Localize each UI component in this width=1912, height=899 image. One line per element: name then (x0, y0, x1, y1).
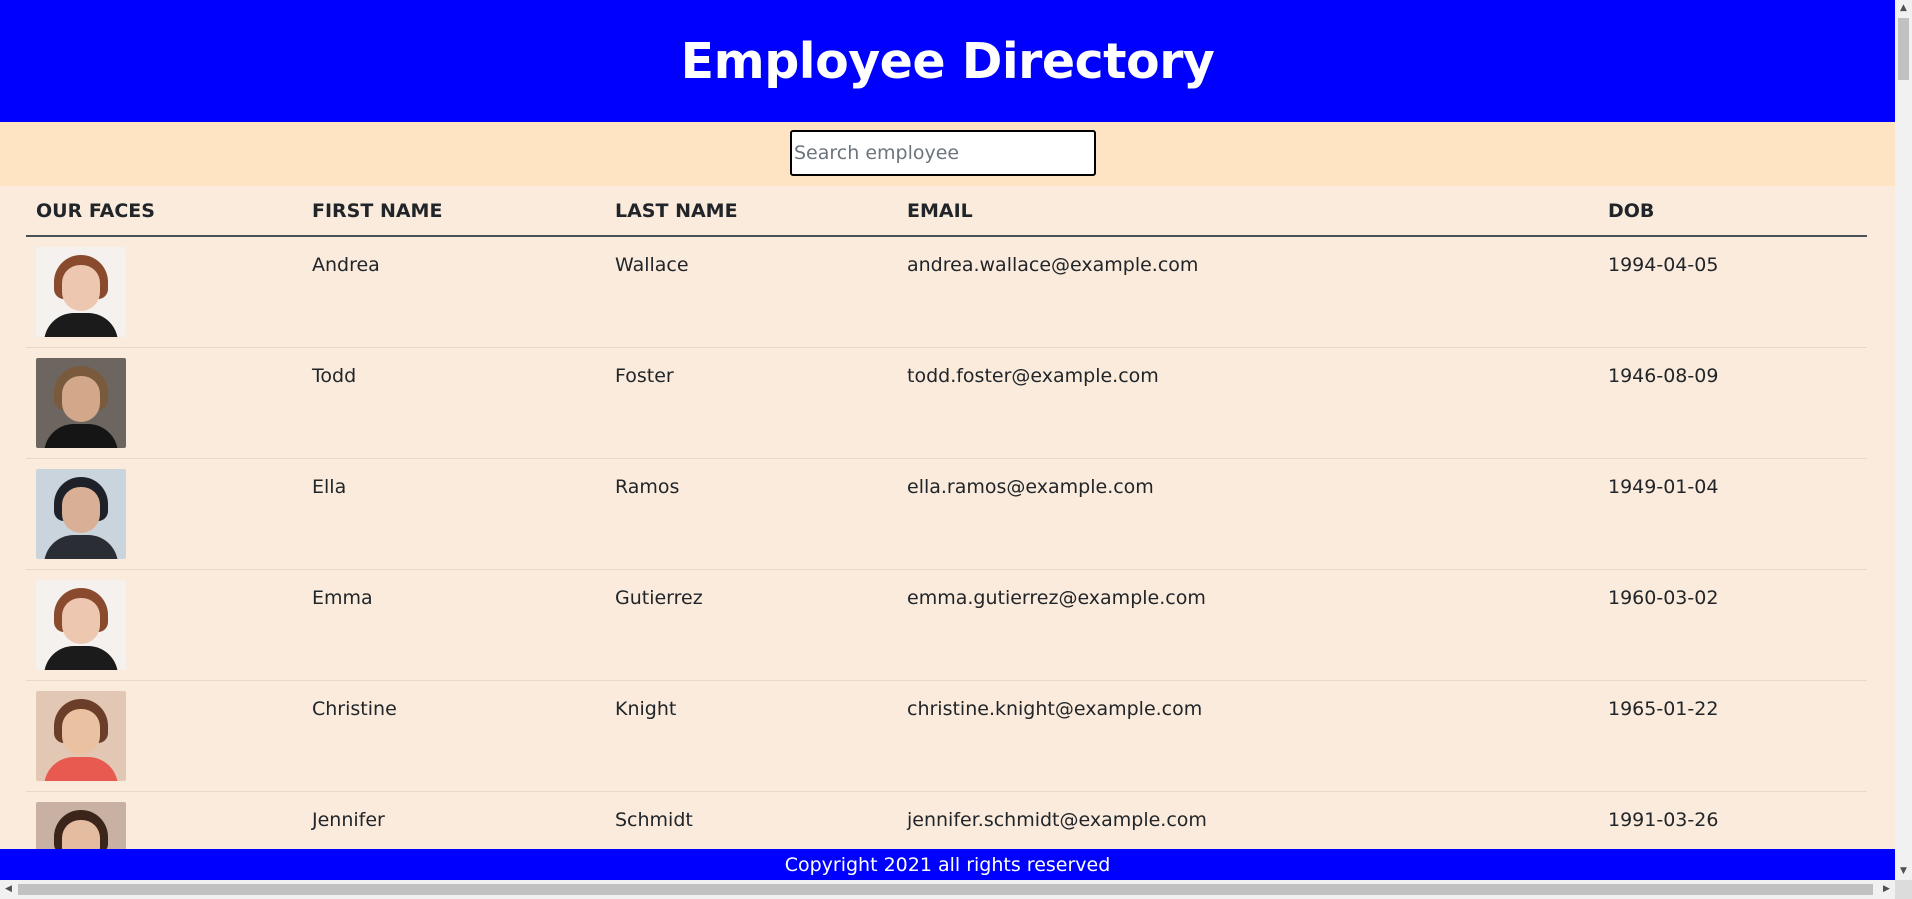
last-name-cell: Ramos (605, 458, 897, 570)
search-bar (0, 122, 1895, 186)
email-cell: andrea.wallace@example.com (897, 236, 1598, 348)
first-name-cell: Ella (302, 458, 605, 570)
column-header-last-name[interactable]: LAST NAME (605, 186, 897, 237)
scroll-down-icon[interactable]: ▼ (1895, 863, 1912, 880)
table-row: Todd Foster todd.foster@example.com 1946… (26, 347, 1867, 459)
dob-cell: 1946-08-09 (1598, 347, 1867, 459)
scroll-right-icon[interactable]: ▶ (1878, 880, 1895, 899)
email-cell: emma.gutierrez@example.com (897, 569, 1598, 681)
last-name-cell: Foster (605, 347, 897, 459)
column-header-first-name[interactable]: FIRST NAME (302, 186, 605, 237)
first-name-cell: Andrea (302, 236, 605, 348)
app-header: Employee Directory (0, 0, 1895, 122)
scroll-up-icon[interactable]: ▲ (1895, 0, 1912, 17)
first-name-cell: Christine (302, 680, 605, 792)
horizontal-scrollbar[interactable]: ◀ ▶ (0, 880, 1895, 899)
column-header-faces[interactable]: OUR FACES (26, 186, 302, 237)
search-input[interactable] (790, 130, 1096, 176)
table-row: Ella Ramos ella.ramos@example.com 1949-0… (26, 458, 1867, 570)
column-header-email[interactable]: EMAIL (897, 186, 1598, 237)
avatar (36, 468, 126, 559)
avatar (36, 357, 126, 448)
vertical-scroll-thumb[interactable] (1898, 18, 1909, 80)
copyright-text: Copyright 2021 all rights reserved (784, 853, 1111, 876)
email-cell: christine.knight@example.com (897, 680, 1598, 792)
table-header-row: OUR FACES FIRST NAME LAST NAME EMAIL DOB (26, 186, 1867, 237)
first-name-cell: Todd (302, 347, 605, 459)
table-row: Emma Gutierrez emma.gutierrez@example.co… (26, 569, 1867, 681)
column-header-dob[interactable]: DOB (1598, 186, 1867, 237)
avatar-cell (26, 458, 302, 570)
employee-table: OUR FACES FIRST NAME LAST NAME EMAIL DOB… (26, 186, 1867, 880)
scrollbar-corner (1895, 880, 1912, 899)
scroll-left-icon[interactable]: ◀ (0, 880, 17, 899)
last-name-cell: Wallace (605, 236, 897, 348)
dob-cell: 1994-04-05 (1598, 236, 1867, 348)
avatar (36, 579, 126, 670)
horizontal-scroll-thumb[interactable] (18, 884, 1873, 895)
avatar-cell (26, 680, 302, 792)
page: Employee Directory OUR FACES FIRST NAME … (0, 0, 1895, 880)
avatar-cell (26, 347, 302, 459)
table-row: Andrea Wallace andrea.wallace@example.co… (26, 236, 1867, 348)
avatar (36, 247, 126, 337)
avatar (36, 690, 126, 781)
dob-cell: 1949-01-04 (1598, 458, 1867, 570)
email-cell: ella.ramos@example.com (897, 458, 1598, 570)
dob-cell: 1960-03-02 (1598, 569, 1867, 681)
footer: Copyright 2021 all rights reserved (0, 849, 1895, 880)
dob-cell: 1965-01-22 (1598, 680, 1867, 792)
email-cell: todd.foster@example.com (897, 347, 1598, 459)
last-name-cell: Gutierrez (605, 569, 897, 681)
avatar-cell (26, 236, 302, 348)
vertical-scrollbar[interactable]: ▲ ▼ (1895, 0, 1912, 880)
last-name-cell: Knight (605, 680, 897, 792)
table-row: Christine Knight christine.knight@exampl… (26, 680, 1867, 792)
page-title: Employee Directory (680, 32, 1215, 90)
first-name-cell: Emma (302, 569, 605, 681)
avatar-cell (26, 569, 302, 681)
